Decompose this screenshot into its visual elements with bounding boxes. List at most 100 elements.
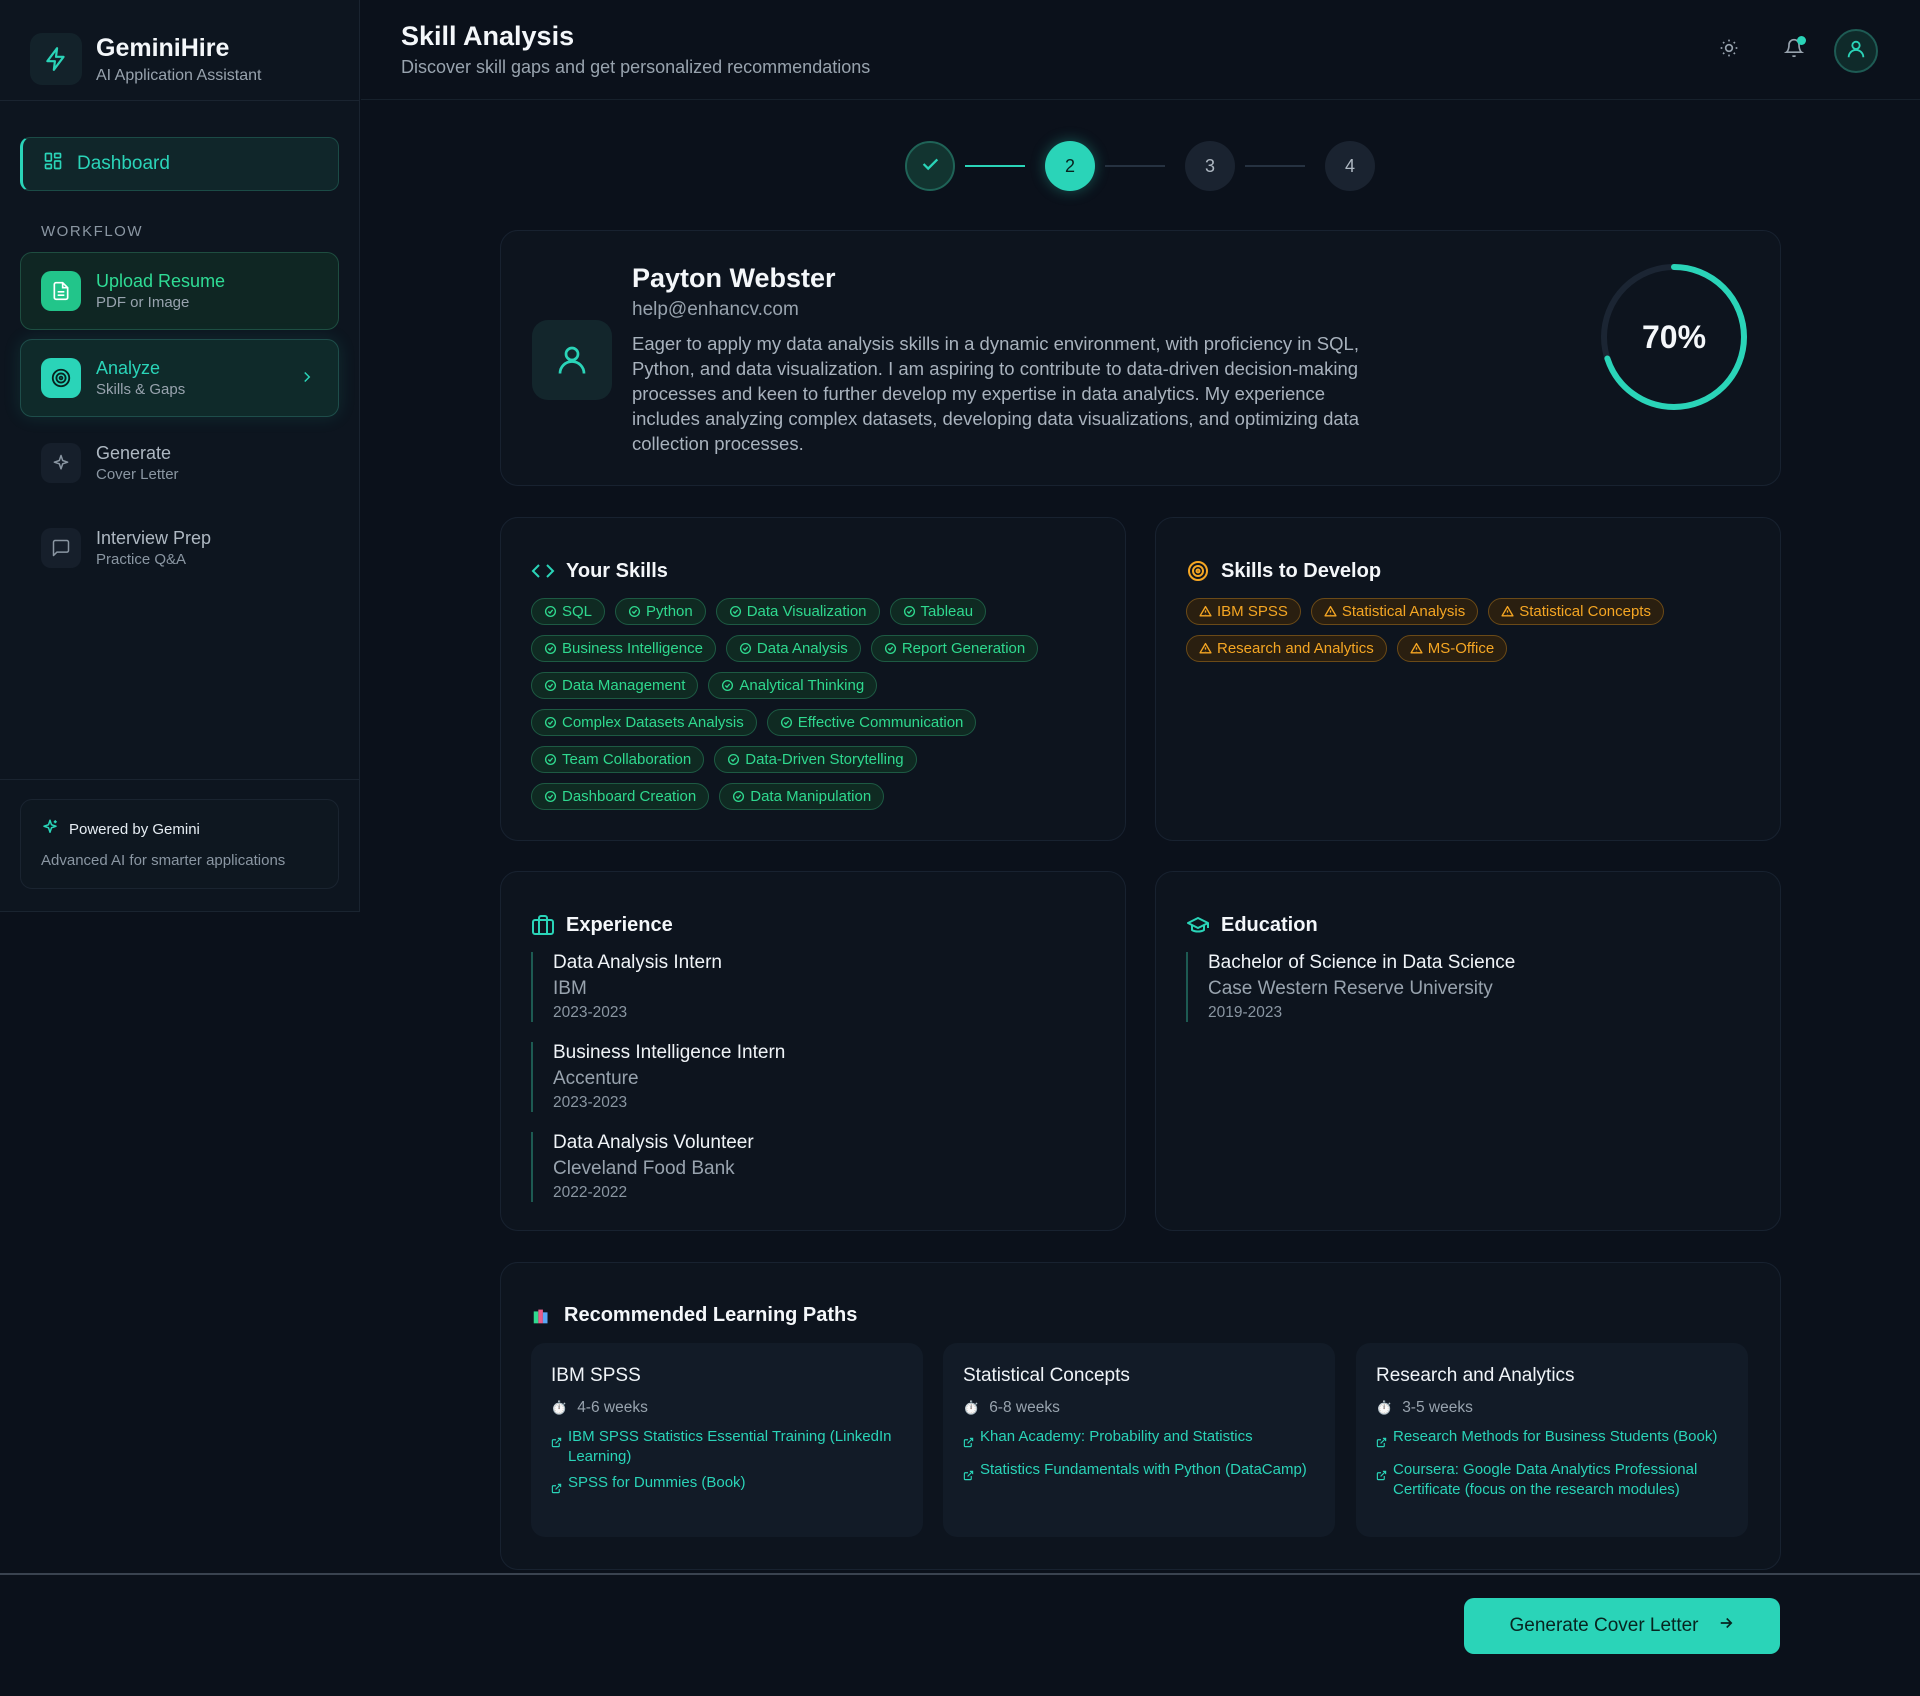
job-role: Data Analysis Intern [553, 952, 722, 973]
candidate-name: Payton Webster [632, 263, 836, 293]
step-1-complete[interactable] [905, 141, 955, 191]
job-company: Accenture [553, 1068, 639, 1089]
workflow-upload-resume[interactable]: Upload Resume PDF or Image [20, 252, 339, 330]
check-circle-icon [727, 753, 745, 766]
generate-cover-letter-button[interactable]: Generate Cover Letter [1464, 1598, 1780, 1654]
skill-chip-label: Effective Communication [797, 714, 964, 731]
notifications-button[interactable] [1774, 30, 1814, 70]
check-circle-icon [729, 605, 747, 618]
experience-entry: Data Analysis Volunteer Cleveland Food B… [531, 1132, 1091, 1202]
path-duration: 4-6 weeks [577, 1399, 648, 1416]
job-company: IBM [553, 978, 587, 999]
workflow-interview-prep[interactable]: Interview Prep Practice Q&A [20, 509, 339, 587]
skill-chip: Data Management [531, 672, 699, 699]
skill-chip: Dashboard Creation [531, 783, 710, 810]
skill-chip: Analytical Thinking [708, 672, 878, 699]
clock-icon: ⏱️ [551, 1400, 568, 1415]
external-link-icon [551, 1473, 568, 1500]
skill-chip: MS-Office [1396, 635, 1508, 662]
app-subtitle: AI Application Assistant [96, 67, 262, 84]
clock-icon: ⏱️ [963, 1400, 980, 1415]
job-role: Data Analysis Volunteer [553, 1132, 754, 1153]
resource-link[interactable]: Khan Academy: Probability and Statistics [963, 1427, 1313, 1454]
workflow-generate[interactable]: Generate Cover Letter [20, 424, 339, 502]
divider [0, 779, 360, 780]
skill-chip: Statistical Concepts [1488, 598, 1664, 625]
learning-path: IBM SPSS ⏱️ 4-6 weeks IBM SPSS Statistics… [531, 1343, 923, 1537]
skill-chip-label: IBM SPSS [1217, 603, 1288, 620]
check-circle-icon [544, 642, 562, 655]
skill-chip: Data Analysis [725, 635, 861, 662]
external-link-icon [1376, 1427, 1393, 1454]
skill-chip: Data Manipulation [719, 783, 885, 810]
cta-label: Generate Cover Letter [1509, 1615, 1699, 1636]
step-2-current[interactable]: 2 [1045, 141, 1095, 191]
step-connector [965, 165, 1025, 167]
check-circle-icon [884, 642, 902, 655]
profile-card: Payton Webster help@enhancv.com Eager to… [500, 230, 1781, 486]
powered-by-card: Powered by Gemini Advanced AI for smarte… [20, 799, 339, 889]
path-duration: 3-5 weeks [1402, 1399, 1473, 1416]
step-connector [1245, 165, 1305, 167]
check-circle-icon [544, 679, 562, 692]
resource-link[interactable]: Coursera: Google Data Analytics Professi… [1376, 1460, 1726, 1500]
card-title: Recommended Learning Paths [564, 1304, 858, 1326]
school: Case Western Reserve University [1208, 978, 1493, 999]
skill-chip: Data Visualization [715, 598, 880, 625]
resource-link-label: IBM SPSS Statistics Essential Training (… [568, 1428, 892, 1465]
skill-chip: SQL [531, 598, 606, 625]
check-circle-icon [739, 642, 757, 655]
sparkle-icon [41, 443, 81, 483]
app-name: GeminiHire [96, 34, 230, 62]
warning-icon [1199, 642, 1217, 655]
step-4[interactable]: 4 [1325, 141, 1375, 191]
check-circle-icon [628, 605, 646, 618]
workflow-subtitle: Cover Letter [96, 466, 179, 483]
briefcase-icon [531, 913, 555, 937]
card-title: Skills to Develop [1221, 559, 1382, 582]
page-header: Skill Analysis Discover skill gaps and g… [361, 0, 1920, 100]
check-icon [919, 153, 941, 180]
notification-dot [1797, 36, 1806, 45]
experience-entry: Business Intelligence Intern Accenture 2… [531, 1042, 1091, 1112]
skill-chip-list: SQL Python Data Visualization Tableau Busine… [531, 598, 1111, 820]
resource-link[interactable]: Statistics Fundamentals with Python (Dat… [963, 1460, 1313, 1487]
workflow-analyze[interactable]: Analyze Skills & Gaps [20, 339, 339, 417]
step-connector [1105, 165, 1165, 167]
brand[interactable]: GeminiHire AI Application Assistant [30, 33, 261, 85]
skill-chip: Report Generation [870, 635, 1039, 662]
warning-icon [1199, 605, 1217, 618]
nav-dashboard[interactable]: Dashboard [20, 137, 339, 191]
job-company: Cleveland Food Bank [553, 1158, 735, 1179]
check-circle-icon [903, 605, 921, 618]
path-title: Statistical Concepts [963, 1365, 1130, 1386]
experience-card: Experience Data Analysis Intern IBM 2023… [500, 871, 1126, 1231]
learning-paths-card: Recommended Learning Paths IBM SPSS ⏱️ 4-… [500, 1262, 1781, 1570]
page-subtitle: Discover skill gaps and get personalized… [401, 57, 871, 77]
target-icon [1186, 559, 1210, 583]
lightning-icon [30, 33, 82, 85]
skill-chip: Research and Analytics [1186, 635, 1387, 662]
job-dates: 2022-2022 [553, 1184, 628, 1201]
candidate-email: help@enhancv.com [632, 299, 799, 320]
workflow-subtitle: Skills & Gaps [96, 381, 186, 398]
resource-link[interactable]: Research Methods for Business Students (… [1376, 1427, 1726, 1454]
user-avatar-button[interactable] [1834, 29, 1878, 73]
divider [0, 100, 360, 101]
skill-chip-label: Report Generation [901, 640, 1026, 657]
skill-chip-label: Statistical Concepts [1519, 603, 1651, 620]
develop-chip-list: IBM SPSS Statistical Analysis Statistical … [1186, 598, 1766, 672]
card-title: Your Skills [566, 559, 668, 582]
match-score-value: 70% [1641, 318, 1707, 355]
skill-chip-label: MS-Office [1427, 640, 1495, 657]
resource-link[interactable]: SPSS for Dummies (Book) [551, 1473, 901, 1500]
skill-chip: Complex Datasets Analysis [531, 709, 757, 736]
check-circle-icon [544, 753, 562, 766]
resource-link[interactable]: IBM SPSS Statistics Essential Training (… [551, 1427, 901, 1467]
theme-toggle-button[interactable] [1709, 30, 1749, 70]
path-title: IBM SPSS [551, 1365, 641, 1386]
workflow-label: WORKFLOW [41, 223, 143, 240]
skill-chip-label: Dashboard Creation [562, 788, 697, 805]
step-3[interactable]: 3 [1185, 141, 1235, 191]
your-skills-card: Your Skills SQL Python Data Visualization T… [500, 517, 1126, 841]
